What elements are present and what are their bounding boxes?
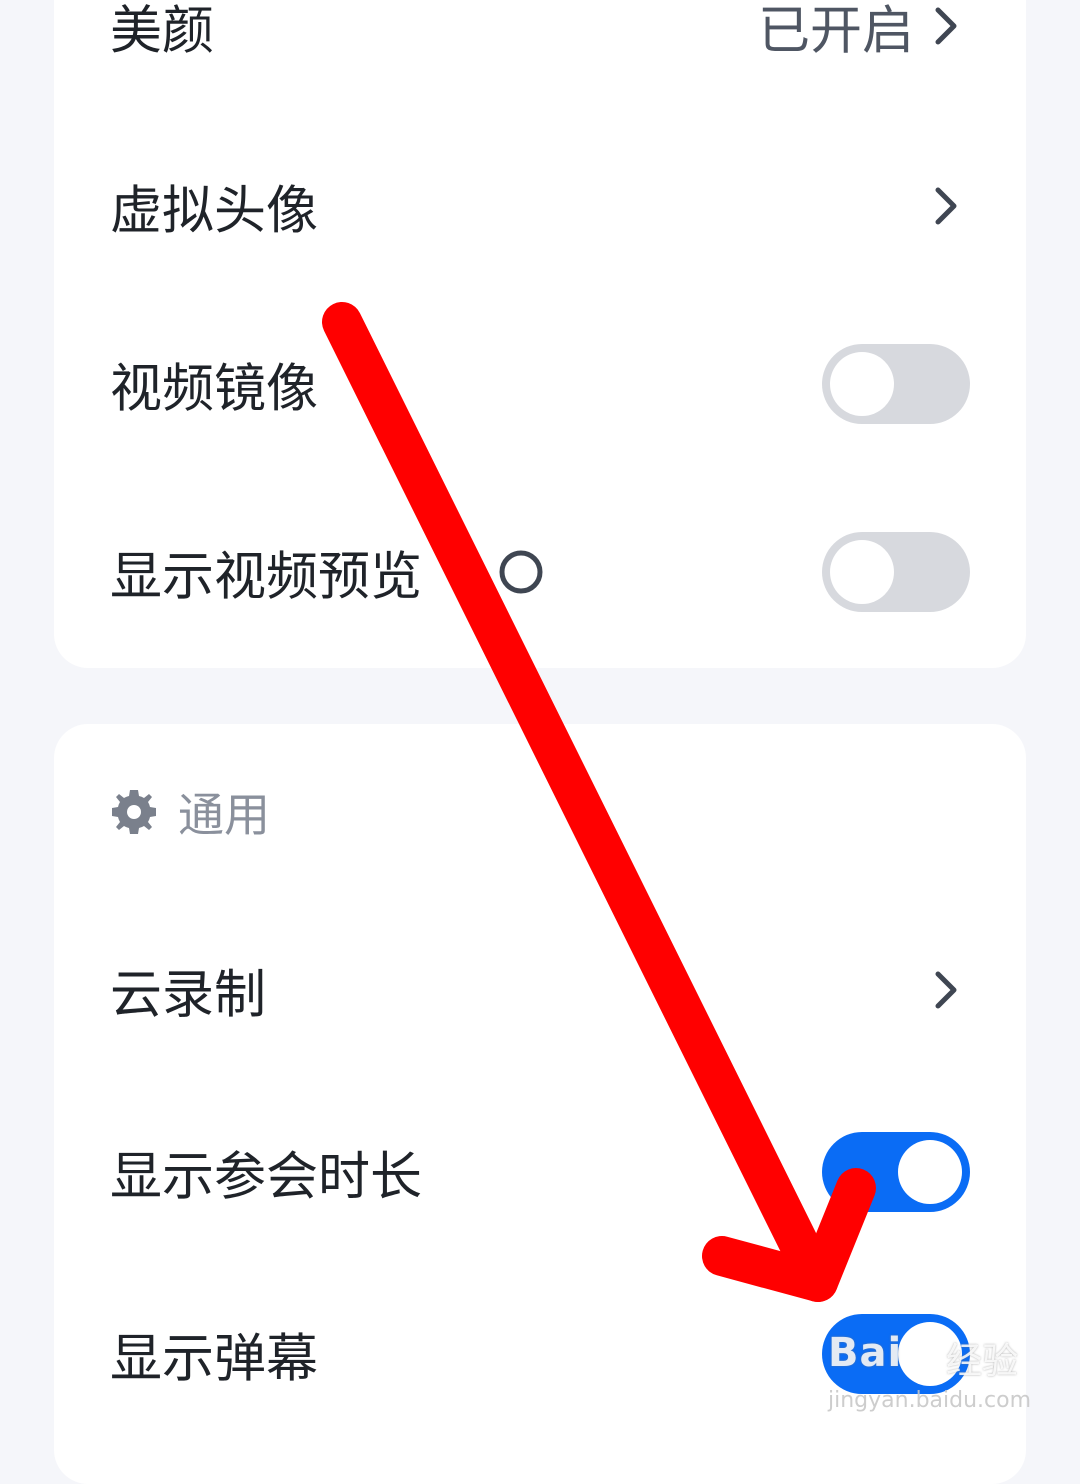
chevron-right-icon xyxy=(935,187,957,225)
show-meeting-duration-label: 显示参会时长 xyxy=(110,1147,423,1208)
virtual-avatar-label: 虚拟头像 xyxy=(110,181,319,242)
beauty-row[interactable]: 美颜 已开启 xyxy=(54,0,1026,86)
video-mirror-label: 视频镜像 xyxy=(110,359,319,420)
virtual-avatar-row[interactable]: 虚拟头像 xyxy=(54,146,1026,266)
toggle-knob xyxy=(898,1140,962,1204)
cloud-recording-row[interactable]: 云录制 xyxy=(54,930,1026,1050)
chevron-right-icon xyxy=(935,7,957,45)
show-video-preview-label: 显示视频预览 xyxy=(110,547,423,608)
section-title: 通用 xyxy=(178,788,270,842)
watermark-brand: Bai xyxy=(828,1330,903,1376)
show-danmaku-label: 显示弹幕 xyxy=(110,1329,319,1390)
show-meeting-duration-toggle[interactable] xyxy=(822,1132,970,1212)
video-mirror-toggle[interactable] xyxy=(822,344,970,424)
show-video-preview-row: 显示视频预览 xyxy=(54,512,1026,632)
cloud-recording-label: 云录制 xyxy=(110,965,267,1026)
beauty-status: 已开启 xyxy=(757,1,914,62)
gear-icon xyxy=(112,790,156,834)
video-settings-card: 美颜 已开启 虚拟头像 视频镜像 显示视频预览 xyxy=(54,0,1026,668)
baidu-jingyan-watermark: Bai 经验 jingyan.baidu.com xyxy=(828,1318,1032,1418)
toggle-knob xyxy=(830,540,894,604)
chevron-right-icon xyxy=(935,971,957,1009)
show-meeting-duration-row: 显示参会时长 xyxy=(54,1112,1026,1232)
show-video-preview-toggle[interactable] xyxy=(822,532,970,612)
toggle-knob xyxy=(830,352,894,416)
watermark-url: jingyan.baidu.com xyxy=(828,1388,1032,1413)
beauty-label: 美颜 xyxy=(110,1,215,62)
info-icon[interactable] xyxy=(496,547,546,597)
watermark-brand-cn: 经验 xyxy=(946,1341,1019,1382)
video-mirror-row: 视频镜像 xyxy=(54,324,1026,444)
